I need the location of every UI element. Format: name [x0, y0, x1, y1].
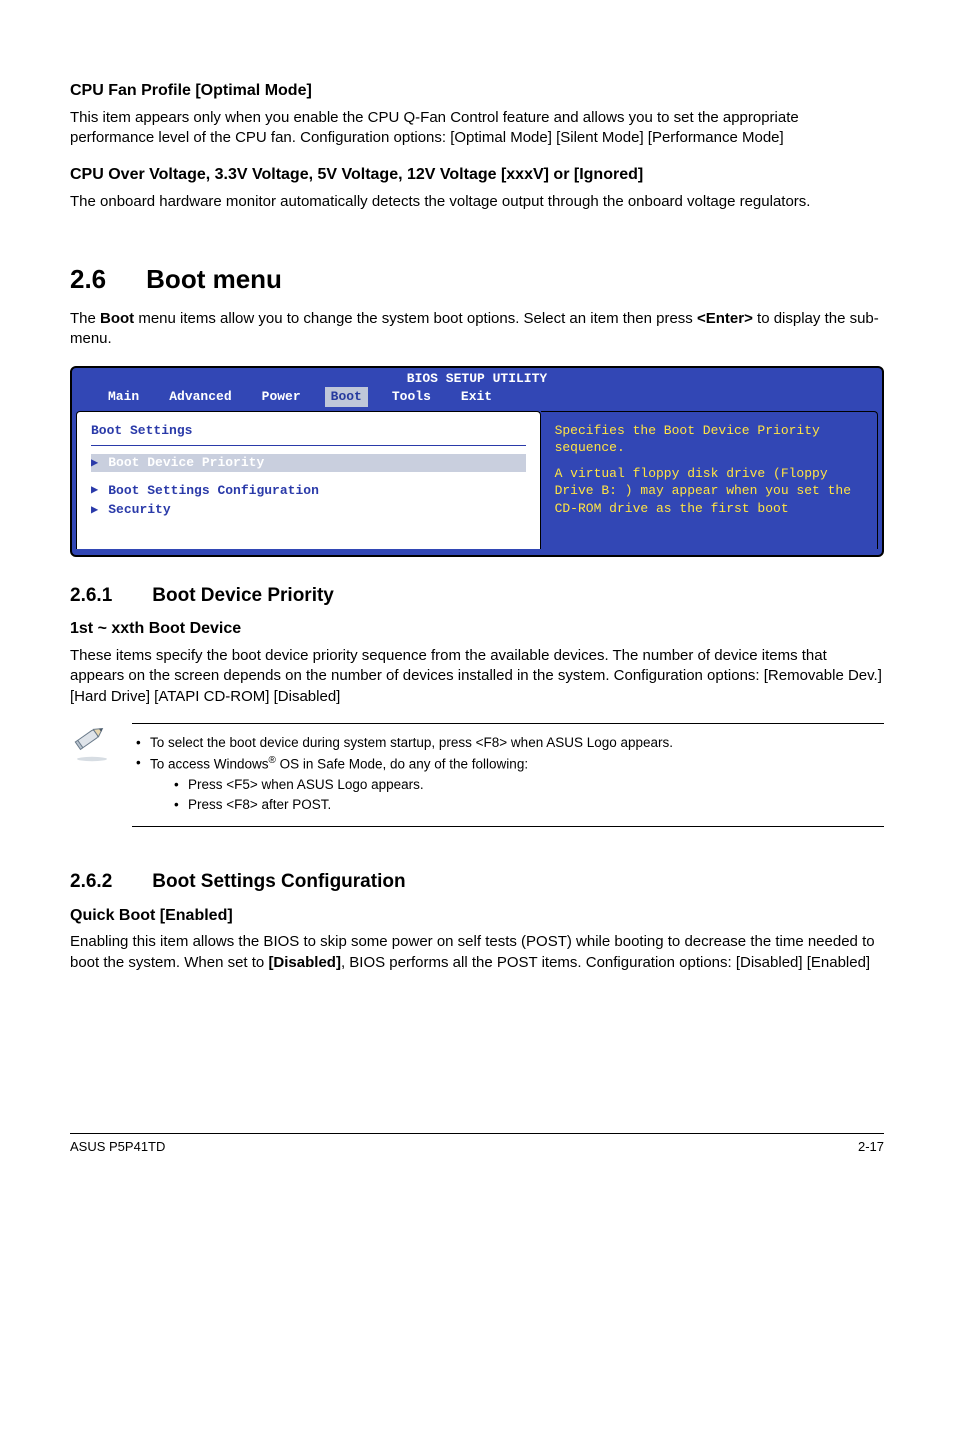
bios-item-label: Boot Device Priority	[108, 454, 264, 472]
note-bullet-2: To access Windows® OS in Safe Mode, do a…	[136, 754, 884, 814]
bold-enter: <Enter>	[697, 310, 753, 327]
bios-item-label: Security	[108, 501, 170, 519]
bios-item-label: Boot Settings Configuration	[108, 482, 319, 500]
text: OS in Safe Mode, do any of the following…	[276, 757, 528, 772]
bios-left-heading: Boot Settings	[91, 422, 526, 440]
text: To access Windows	[150, 757, 269, 772]
triangle-icon: ▶	[91, 482, 98, 498]
bold-disabled: [Disabled]	[268, 954, 341, 971]
note-bullet-1: To select the boot device during system …	[136, 734, 884, 752]
text: menu items allow you to change the syste…	[134, 310, 697, 327]
subsection-title-boot-settings-config: Boot Settings Configuration	[152, 869, 405, 895]
bios-tab-power: Power	[256, 387, 307, 407]
paragraph-boot-device-priority: These items specify the boot device prio…	[70, 646, 884, 707]
heading-quick-boot: Quick Boot [Enabled]	[70, 905, 884, 927]
triangle-icon: ▶	[91, 455, 98, 471]
paragraph-quick-boot: Enabling this item allows the BIOS to sk…	[70, 932, 884, 973]
note-content: To select the boot device during system …	[132, 723, 884, 827]
footer-right: 2-17	[858, 1138, 884, 1156]
bios-item-boot-device-priority: ▶ Boot Device Priority	[91, 454, 526, 472]
bold-boot: Boot	[100, 310, 134, 327]
registered-symbol: ®	[269, 755, 276, 766]
section-title-boot-menu: Boot menu	[146, 262, 282, 297]
bios-left-pane: Boot Settings ▶ Boot Device Priority ▶ B…	[76, 411, 541, 549]
bios-help-text-1: Specifies the Boot Device Priority seque…	[555, 422, 865, 457]
bios-tab-main: Main	[102, 387, 145, 407]
paragraph-cpu-fan-profile: This item appears only when you enable t…	[70, 108, 884, 149]
heading-cpu-fan-profile: CPU Fan Profile [Optimal Mode]	[70, 80, 884, 102]
subsection-title-boot-device-priority: Boot Device Priority	[152, 583, 334, 609]
heading-cpu-voltage: CPU Over Voltage, 3.3V Voltage, 5V Volta…	[70, 164, 884, 186]
section-number-2-6: 2.6	[70, 262, 106, 297]
note-sub-bullet-1: Press <F5> when ASUS Logo appears.	[154, 776, 884, 794]
bios-tab-tools: Tools	[386, 387, 437, 407]
bios-item-boot-settings-config: ▶ Boot Settings Configuration	[91, 482, 526, 500]
bios-help-pane: Specifies the Boot Device Priority seque…	[541, 411, 878, 549]
note-sub-bullet-2: Press <F8> after POST.	[154, 796, 884, 814]
bios-tab-advanced: Advanced	[163, 387, 237, 407]
bios-tab-bar: Main Advanced Power Boot Tools Exit	[72, 387, 882, 407]
footer-left: ASUS P5P41TD	[70, 1138, 165, 1156]
text: The	[70, 310, 100, 327]
bios-help-text-2: A virtual floppy disk drive (Floppy Driv…	[555, 465, 865, 518]
subsection-number-2-6-1: 2.6.1	[70, 583, 112, 609]
divider	[91, 445, 526, 446]
subsection-number-2-6-2: 2.6.2	[70, 869, 112, 895]
page-footer: ASUS P5P41TD 2-17	[70, 1133, 884, 1156]
bios-title: BIOS SETUP UTILITY	[72, 368, 882, 388]
bios-tab-boot: Boot	[325, 387, 368, 407]
bios-tab-exit: Exit	[455, 387, 498, 407]
bios-item-security: ▶ Security	[91, 501, 526, 519]
heading-1st-xxth-boot-device: 1st ~ xxth Boot Device	[70, 618, 884, 640]
bios-screenshot: BIOS SETUP UTILITY Main Advanced Power B…	[70, 366, 884, 557]
text: , BIOS performs all the POST items. Conf…	[341, 954, 870, 971]
paragraph-cpu-voltage: The onboard hardware monitor automatical…	[70, 192, 884, 212]
note-block: To select the boot device during system …	[70, 723, 884, 827]
paragraph-boot-intro: The Boot menu items allow you to change …	[70, 309, 884, 350]
triangle-icon: ▶	[91, 502, 98, 518]
note-pencil-icon	[70, 723, 114, 763]
